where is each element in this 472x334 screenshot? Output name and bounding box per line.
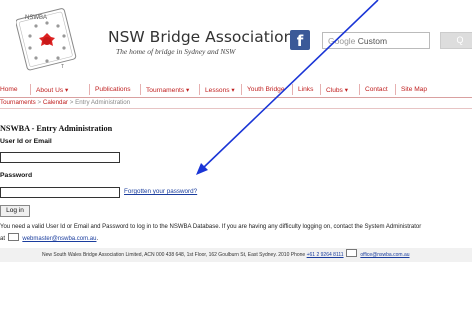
nav-divider (199, 84, 200, 95)
nswba-logo[interactable]: NSWBA T (16, 4, 78, 74)
breadcrumb-separator: > (69, 99, 74, 106)
search-placeholder: Custom (357, 36, 388, 46)
help-end: . (96, 235, 99, 242)
email-icon (7, 232, 19, 241)
user-id-field[interactable] (0, 152, 120, 163)
footer-phone-link[interactable]: +61 2 9264 8111 (307, 252, 344, 258)
search-input[interactable]: Google Custom (322, 32, 430, 49)
site-footer: New South Wales Bridge Association Limit… (0, 248, 472, 262)
email-icon (345, 249, 357, 257)
breadcrumb-tournaments[interactable]: Tournaments (0, 99, 36, 106)
search-brand: Google (328, 36, 356, 46)
logo-text: NSWBA (25, 15, 47, 21)
breadcrumb-separator: > (37, 99, 42, 106)
password-field[interactable] (0, 187, 120, 198)
site-header: NSWBA T NSW Bridge Association The home … (0, 0, 472, 78)
nav-item-lessons[interactable]: Lessons ▾ (205, 86, 235, 94)
search-icon: Q (456, 35, 464, 45)
site-tagline: The home of bridge in Sydney and NSW (116, 47, 236, 56)
nav-item-clubs[interactable]: Clubs ▾ (326, 86, 348, 94)
nav-divider (89, 84, 90, 95)
footer-line: New South Wales Bridge Association Limit… (42, 248, 410, 262)
nav-divider-line (0, 97, 472, 98)
nav-item-site-map[interactable]: Site Map (401, 86, 427, 93)
nav-divider (140, 84, 141, 95)
breadcrumb-divider (0, 108, 472, 109)
nav-item-links[interactable]: Links (298, 86, 313, 93)
nav-divider (30, 84, 31, 95)
facebook-icon[interactable]: f (290, 30, 310, 50)
nav-divider (395, 84, 396, 95)
footer-email-link[interactable]: office@nswba.com.au (360, 252, 409, 258)
svg-text:T: T (61, 64, 64, 70)
nav-item-publications[interactable]: Publications (95, 86, 131, 93)
help-message: You need a valid User Id or Email and Pa… (0, 224, 422, 230)
page-title: NSWBA - Entry Administration (0, 124, 113, 133)
help-at: at (0, 235, 6, 242)
help-text: You need a valid User Id or Email and Pa… (0, 223, 472, 244)
login-button[interactable]: Log in (0, 205, 30, 217)
password-label: Password (0, 172, 33, 179)
nav-item-tournaments[interactable]: Tournaments ▾ (146, 86, 189, 94)
nav-divider (241, 84, 242, 95)
nav-divider (320, 84, 321, 95)
nav-item-home[interactable]: Home (0, 86, 18, 93)
nav-item-about-us[interactable]: About Us ▾ (36, 86, 68, 94)
breadcrumb-current: Entry Administration (75, 99, 131, 106)
forgot-password-link[interactable]: Forgotten your password? (124, 188, 197, 195)
nav-item-youth-bridge[interactable]: Youth Bridge (247, 86, 285, 93)
nav-item-contact[interactable]: Contact (365, 86, 388, 93)
site-title[interactable]: NSW Bridge Association (108, 28, 293, 46)
search-button[interactable]: Q (440, 32, 472, 49)
footer-text: New South Wales Bridge Association Limit… (42, 252, 306, 258)
user-id-label: User Id or Email (0, 138, 52, 145)
nav-divider (292, 84, 293, 95)
breadcrumb: Tournaments > Calendar > Entry Administr… (0, 99, 130, 106)
webmaster-email-link[interactable]: webmaster@nswba.com.au (22, 236, 96, 242)
nav-divider (359, 84, 360, 95)
breadcrumb-calendar[interactable]: Calendar (43, 99, 68, 106)
